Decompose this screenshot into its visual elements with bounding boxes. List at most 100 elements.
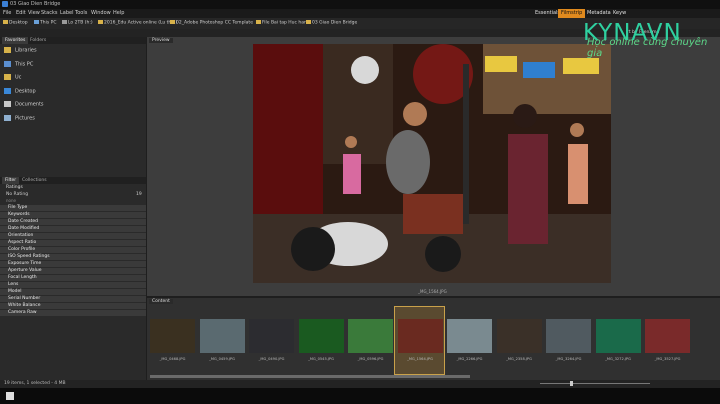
favorite-libraries[interactable]: Libraries — [4, 47, 37, 54]
filter-row[interactable]: Serial Number — [0, 295, 146, 302]
filter-row-label: Date Created — [8, 219, 38, 224]
favorites-panel-header: Favorites Folders — [0, 37, 146, 44]
filter-row[interactable]: Aspect Ratio — [0, 239, 146, 246]
thumbnail-label: _MG_0596.JPG — [357, 357, 384, 361]
computer-icon — [4, 61, 11, 67]
filter-row-label: Camera Raw — [8, 310, 37, 315]
thumbnail-label: _MG_3272.JPG — [605, 357, 631, 361]
tab-collections[interactable]: Collections — [19, 177, 50, 184]
breadcrumb-folder-4[interactable]: 03 Giao Dien Bridge — [306, 20, 357, 26]
breadcrumb-folder-1[interactable]: 2016_Edu Active online (Lu thin) — [98, 20, 177, 26]
breadcrumb-folder-3[interactable]: File Bai tap Huc hanh — [256, 20, 310, 26]
thumbnail-image[interactable] — [298, 319, 344, 353]
slider-handle[interactable] — [570, 381, 573, 386]
breadcrumb-folder-2[interactable]: 02_Adobe Photoshop CC Template — [170, 20, 253, 26]
filter-row-label: Aperture Value — [8, 268, 42, 273]
filter-row-label: File Type — [8, 205, 28, 210]
thumbnail-label: _MG_1564.JPG — [407, 357, 433, 361]
filter-row-label: Model — [8, 289, 22, 294]
horizontal-scrollbar[interactable] — [150, 375, 470, 378]
filter-row[interactable]: Aperture Value — [0, 267, 146, 274]
start-icon[interactable] — [6, 392, 14, 400]
filter-row-label: Lens — [8, 282, 19, 287]
filter-no-rating[interactable]: No Rating — [6, 192, 28, 197]
favorite-uc[interactable]: Uc — [4, 74, 21, 81]
thumbnail-size-slider[interactable] — [540, 383, 650, 384]
thumbnail-image[interactable] — [150, 319, 195, 353]
tab-preview[interactable]: Preview — [149, 38, 173, 43]
menu-file[interactable]: File — [3, 10, 11, 16]
filter-row-label: Orientation — [8, 233, 34, 238]
filter-none: none — [6, 198, 16, 203]
tab-filter[interactable]: Filter — [2, 177, 20, 184]
menu-stacks[interactable]: Stacks — [41, 10, 57, 16]
thumbnail-label: _MG_2266.JPG — [456, 357, 483, 361]
tab-content[interactable]: Content — [149, 299, 173, 304]
status-text: 19 items, 1 selected - 4 MB — [4, 381, 66, 386]
menu-bar: File Edit View Stacks Label Tools Window… — [0, 9, 720, 18]
filter-row[interactable]: Keywords — [0, 211, 146, 218]
window-title: 03 Giao Dien Bridge — [10, 1, 61, 7]
favorite-this-pc[interactable]: This PC — [4, 61, 33, 68]
filter-row[interactable]: File Type — [0, 204, 146, 211]
tab-favorites[interactable]: Favorites — [2, 37, 29, 44]
filter-row[interactable]: Lens — [0, 281, 146, 288]
filter-row[interactable]: ISO Speed Ratings — [0, 253, 146, 260]
menu-tools[interactable]: Tools — [75, 10, 87, 16]
tab-folders[interactable]: Folders — [27, 37, 49, 44]
thumbnail-label: _MG_0545.JPG — [308, 357, 334, 361]
favorite-documents[interactable]: Documents — [4, 101, 44, 108]
pictures-icon — [4, 115, 11, 121]
breadcrumb-desktop[interactable]: Desktop — [3, 20, 28, 26]
title-bar: 03 Giao Dien Bridge — [0, 0, 720, 9]
menu-window[interactable]: Window — [91, 10, 111, 16]
filter-row[interactable]: Camera Raw — [0, 309, 146, 316]
folder-icon — [306, 20, 311, 24]
menu-label[interactable]: Label — [60, 10, 74, 16]
thumbnail-image[interactable] — [447, 319, 492, 353]
drive-icon — [62, 20, 67, 24]
thumbnail-image[interactable] — [348, 319, 393, 353]
thumbnail-image[interactable] — [496, 319, 542, 353]
workspace-filmstrip[interactable]: Filmstrip — [558, 9, 586, 18]
favorite-pictures[interactable]: Pictures — [4, 115, 35, 122]
thumbnail-image[interactable] — [546, 319, 591, 353]
folder-icon — [170, 20, 175, 24]
thumbnail-image[interactable] — [595, 319, 641, 353]
filter-row-label: Serial Number — [8, 296, 41, 301]
filter-row-label: Keywords — [8, 212, 30, 217]
filter-row[interactable]: Date Modified — [0, 225, 146, 232]
filter-row[interactable]: Color Profile — [0, 246, 146, 253]
filter-row[interactable]: Model — [0, 288, 146, 295]
menu-view[interactable]: View — [28, 10, 40, 16]
filter-row[interactable]: Date Created — [0, 218, 146, 225]
thumbnail-label: _MG_0468.JPG — [159, 357, 186, 361]
menu-edit[interactable]: Edit — [16, 10, 26, 16]
thumbnail-image[interactable] — [397, 319, 443, 353]
filter-row[interactable]: White Balance — [0, 302, 146, 309]
folder-icon — [4, 74, 11, 80]
breadcrumb-drive[interactable]: Lo 2TB (h:) — [62, 20, 93, 26]
filter-ratings-heading: Ratings — [6, 185, 23, 190]
filter-row[interactable]: Exposure Time — [0, 260, 146, 267]
left-panels: Favorites Folders Libraries This PC Uc D… — [0, 37, 146, 380]
filter-panel-header: Filter Collections — [0, 177, 146, 184]
folder-icon — [256, 20, 261, 24]
preview-image[interactable] — [253, 44, 611, 283]
thumbnail-image[interactable] — [199, 319, 245, 353]
thumbnail-label: _MG_3264.JPG — [555, 357, 582, 361]
thumbnail-image[interactable] — [249, 319, 294, 353]
breadcrumb-this-pc[interactable]: This PC — [34, 20, 56, 26]
filter-row[interactable]: Focal Length — [0, 274, 146, 281]
workspace-keywords[interactable]: Keyw — [610, 9, 629, 18]
filter-row-label: Color Profile — [8, 247, 36, 252]
libraries-icon — [4, 47, 11, 53]
thumbnail-image[interactable] — [645, 319, 690, 353]
computer-icon — [34, 20, 39, 24]
filter-row[interactable]: Orientation — [0, 232, 146, 239]
status-bar: 19 items, 1 selected - 4 MB — [0, 380, 720, 388]
documents-icon — [4, 101, 11, 107]
menu-help[interactable]: Help — [113, 10, 124, 16]
filter-row-label: Focal Length — [8, 275, 37, 280]
favorite-desktop[interactable]: Desktop — [4, 88, 36, 95]
